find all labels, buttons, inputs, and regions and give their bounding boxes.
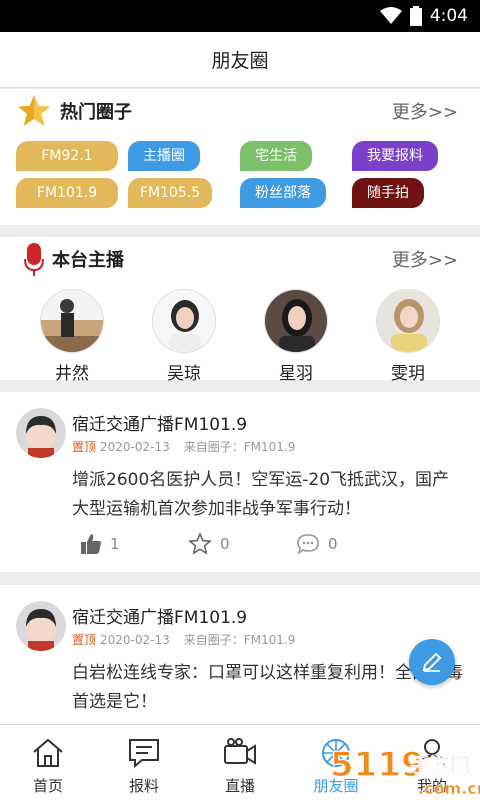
post-content[interactable]: 增派2600名医护人员！空军运-20飞抵武汉，国产大型运输机首次参加非战争军事行… bbox=[72, 466, 466, 524]
post-meta: 置顶 2020-02-13 来自圈子：FM101.9 bbox=[72, 438, 295, 455]
comment-count: 0 bbox=[328, 535, 338, 553]
tab-label: 首页 bbox=[32, 777, 63, 795]
hosts-section: 本台主播 更多>> 井然 吴琼 星羽 雯玥 bbox=[0, 237, 480, 384]
battery-icon bbox=[409, 6, 422, 26]
host-name: 吴琼 bbox=[167, 364, 201, 384]
circle-tag[interactable]: FM101.9 bbox=[16, 178, 118, 208]
tab-label: 报料 bbox=[128, 777, 159, 795]
post-source: 来自圈子：FM101.9 bbox=[183, 440, 296, 454]
microphone-icon bbox=[24, 243, 44, 276]
comment-button[interactable]: 0 bbox=[296, 532, 404, 556]
host-item[interactable]: 星羽 bbox=[261, 289, 331, 384]
page-title-bar: 朋友圈 bbox=[0, 32, 480, 88]
host-item[interactable]: 雯玥 bbox=[373, 289, 443, 384]
thumbs-up-icon bbox=[81, 534, 101, 554]
hot-circles-title: 热门圈子 bbox=[60, 102, 132, 123]
author-name[interactable]: 宿迁交通广播FM101.9 bbox=[72, 603, 247, 628]
favorite-count: 0 bbox=[220, 535, 230, 553]
author-avatar[interactable] bbox=[16, 601, 66, 651]
site-watermark-logo: 5119 手游网 .com.cn bbox=[329, 744, 480, 798]
video-icon bbox=[224, 738, 256, 765]
tab-home[interactable]: 首页 bbox=[0, 725, 96, 800]
report-icon bbox=[129, 739, 159, 769]
status-bar: 4:04 bbox=[0, 0, 480, 32]
page-title: 朋友圈 bbox=[211, 50, 269, 72]
host-name: 雯玥 bbox=[391, 364, 425, 384]
circle-tag[interactable]: 主播圈 bbox=[128, 141, 200, 171]
avatar bbox=[40, 289, 104, 353]
hot-circles-more-link[interactable]: 更多>> bbox=[392, 98, 458, 124]
avatar bbox=[376, 289, 440, 353]
tab-live[interactable]: 直播 bbox=[192, 725, 288, 800]
svg-text:.com.cn: .com.cn bbox=[418, 779, 480, 798]
star-icon bbox=[18, 95, 50, 126]
host-name: 星羽 bbox=[279, 364, 313, 384]
post-source: 来自圈子：FM101.9 bbox=[183, 633, 296, 647]
post-actions: 1 0 0 bbox=[80, 532, 404, 556]
post-card[interactable]: 宿迁交通广播FM101.9 置顶 2020-02-13 来自圈子：FM101.9 增… bbox=[0, 392, 480, 572]
author-avatar[interactable] bbox=[16, 408, 66, 458]
circle-tag[interactable]: 我要报料 bbox=[352, 141, 438, 171]
like-count: 1 bbox=[110, 535, 120, 553]
svg-text:手游网: 手游网 bbox=[410, 753, 470, 777]
pencil-icon bbox=[422, 652, 442, 672]
circle-tag[interactable]: 随手拍 bbox=[352, 178, 424, 208]
author-name[interactable]: 宿迁交通广播FM101.9 bbox=[72, 410, 247, 435]
circle-tag[interactable]: 粉丝部落 bbox=[240, 178, 326, 208]
home-icon bbox=[33, 738, 63, 767]
circle-tag[interactable]: FM105.5 bbox=[128, 178, 212, 208]
favorite-button[interactable]: 0 bbox=[188, 532, 296, 556]
post-meta: 置顶 2020-02-13 来自圈子：FM101.9 bbox=[72, 631, 295, 648]
tab-label: 直播 bbox=[224, 777, 255, 795]
post-date: 2020-02-13 bbox=[100, 633, 170, 647]
pinned-badge: 置顶 bbox=[72, 440, 97, 454]
hosts-title: 本台主播 bbox=[52, 250, 124, 271]
star-outline-icon bbox=[188, 532, 212, 555]
compose-button[interactable] bbox=[409, 639, 455, 685]
like-button[interactable]: 1 bbox=[80, 532, 188, 556]
pinned-badge: 置顶 bbox=[72, 633, 97, 647]
avatar bbox=[152, 289, 216, 353]
circle-tag[interactable]: FM92.1 bbox=[16, 141, 118, 171]
hot-circles-section: 热门圈子 更多>> FM92.1 主播圈 宅生活 我要报料 FM101.9 FM105.5… bbox=[0, 89, 480, 225]
host-name: 井然 bbox=[55, 364, 89, 384]
hosts-header: 本台主播 更多>> bbox=[0, 237, 480, 281]
avatar bbox=[264, 289, 328, 353]
host-item[interactable]: 吴琼 bbox=[149, 289, 219, 384]
post-card[interactable]: 宿迁交通广播FM101.9 置顶 2020-02-13 来自圈子：FM101.9 白… bbox=[0, 585, 480, 724]
comment-icon bbox=[297, 534, 319, 555]
tab-report[interactable]: 报料 bbox=[96, 725, 192, 800]
hosts-more-link[interactable]: 更多>> bbox=[392, 246, 458, 272]
status-time: 4:04 bbox=[429, 6, 468, 26]
host-item[interactable]: 井然 bbox=[37, 289, 107, 384]
post-date: 2020-02-13 bbox=[100, 440, 170, 454]
wifi-icon bbox=[379, 7, 402, 24]
hot-circles-header: 热门圈子 更多>> bbox=[0, 89, 480, 133]
post-content[interactable]: 白岩松连线专家：口罩可以这样重复利用！全部消毒首选是它！ bbox=[72, 659, 466, 717]
circle-tag[interactable]: 宅生活 bbox=[240, 141, 312, 171]
